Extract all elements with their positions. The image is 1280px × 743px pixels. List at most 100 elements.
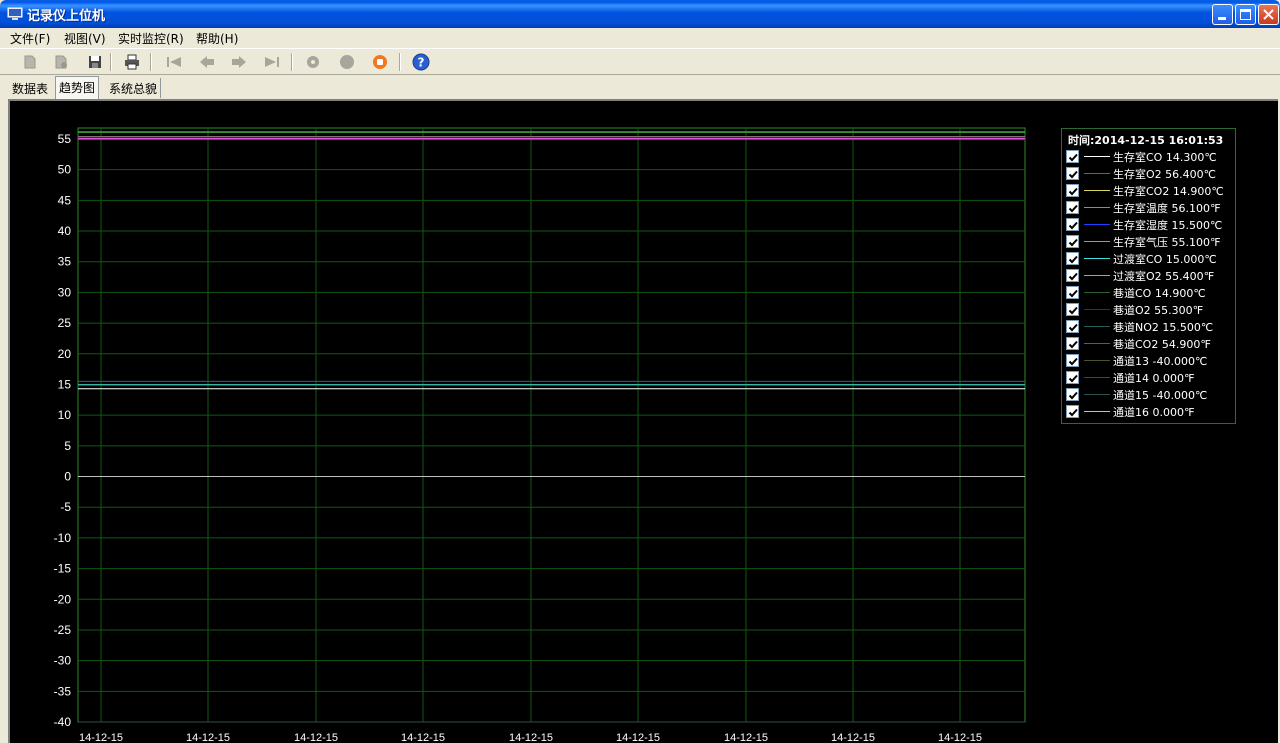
legend-item: 巷道NO2 15.500℃ — [1066, 318, 1234, 335]
legend-checkbox[interactable] — [1066, 235, 1079, 248]
legend-item: 生存室湿度 15.500℃ — [1066, 216, 1234, 233]
checkmark-icon — [1068, 153, 1078, 162]
checkmark-icon — [1068, 187, 1078, 196]
legend-label: 巷道CO2 54.900℉ — [1113, 338, 1211, 351]
x-tick-label: 14-12-15 — [724, 732, 768, 743]
legend-checkbox[interactable] — [1066, 252, 1079, 265]
legend-checkbox[interactable] — [1066, 303, 1079, 316]
checkmark-icon — [1068, 357, 1078, 366]
checkmark-icon — [1068, 323, 1078, 332]
legend-label: 过渡室CO 15.000℃ — [1113, 253, 1217, 266]
legend-checkbox[interactable] — [1066, 218, 1079, 231]
y-tick-label: 55 — [58, 132, 72, 146]
checkmark-icon — [1068, 374, 1078, 383]
legend-item: 生存室O2 56.400℃ — [1066, 165, 1234, 182]
legend-checkbox[interactable] — [1066, 371, 1079, 384]
legend-checkbox[interactable] — [1066, 405, 1079, 418]
y-tick-label: 45 — [58, 193, 72, 207]
legend-checkbox[interactable] — [1066, 184, 1079, 197]
x-tick-label: 14-12-15 — [509, 732, 553, 743]
legend-label: 过渡室O2 55.400℉ — [1113, 270, 1215, 283]
legend-label: 生存室CO 14.300℃ — [1113, 151, 1217, 164]
legend-item: 生存室CO 14.300℃ — [1066, 148, 1234, 165]
legend-checkbox[interactable] — [1066, 201, 1079, 214]
legend-item: 通道15 -40.000℃ — [1066, 386, 1234, 403]
legend-swatch — [1084, 275, 1110, 276]
legend-item: 过渡室O2 55.400℉ — [1066, 267, 1234, 284]
y-tick-label: -40 — [54, 715, 72, 729]
checkmark-icon — [1068, 289, 1078, 298]
legend-label: 通道14 0.000℉ — [1113, 372, 1195, 385]
checkmark-icon — [1068, 306, 1078, 315]
y-tick-label: 0 — [64, 470, 71, 484]
legend-label: 生存室CO2 14.900℃ — [1113, 185, 1224, 198]
checkmark-icon — [1068, 204, 1078, 213]
checkmark-icon — [1068, 272, 1078, 281]
legend-label: 生存室温度 56.100℉ — [1113, 202, 1221, 215]
legend-swatch — [1084, 292, 1110, 293]
legend-label: 通道13 -40.000℃ — [1113, 355, 1208, 368]
legend-label: 生存室O2 56.400℃ — [1113, 168, 1216, 181]
legend-swatch — [1084, 207, 1110, 208]
legend-label: 巷道O2 55.300℉ — [1113, 304, 1204, 317]
legend-item: 通道13 -40.000℃ — [1066, 352, 1234, 369]
y-tick-label: -35 — [54, 684, 72, 698]
legend-label: 生存室湿度 15.500℃ — [1113, 219, 1223, 232]
legend-label: 通道15 -40.000℃ — [1113, 389, 1208, 402]
legend-swatch — [1084, 224, 1110, 225]
legend-swatch — [1084, 241, 1110, 242]
y-tick-label: 10 — [58, 408, 72, 422]
checkmark-icon — [1068, 408, 1078, 417]
legend-item: 生存室温度 56.100℉ — [1066, 199, 1234, 216]
x-tick-label: 14-12-15 — [79, 732, 123, 743]
checkmark-icon — [1068, 170, 1078, 179]
legend-swatch — [1084, 173, 1110, 174]
y-tick-label: 25 — [58, 316, 72, 330]
legend-swatch — [1084, 411, 1110, 412]
checkmark-icon — [1068, 238, 1078, 247]
legend-checkbox[interactable] — [1066, 167, 1079, 180]
y-tick-label: 20 — [58, 347, 72, 361]
x-tick-label: 14-12-15 — [938, 732, 982, 743]
legend-item: 巷道O2 55.300℉ — [1066, 301, 1234, 318]
legend-item: 巷道CO2 54.900℉ — [1066, 335, 1234, 352]
x-tick-label: 14-12-15 — [186, 732, 230, 743]
x-tick-label: 14-12-15 — [831, 732, 875, 743]
legend-swatch — [1084, 156, 1110, 157]
legend-checkbox[interactable] — [1066, 269, 1079, 282]
legend-checkbox[interactable] — [1066, 320, 1079, 333]
legend-swatch — [1084, 360, 1110, 361]
y-tick-label: 40 — [58, 224, 72, 238]
legend-checkbox[interactable] — [1066, 354, 1079, 367]
legend-checkbox[interactable] — [1066, 388, 1079, 401]
legend-checkbox[interactable] — [1066, 150, 1079, 163]
legend-item: 巷道CO 14.900℃ — [1066, 284, 1234, 301]
checkmark-icon — [1068, 255, 1078, 264]
plot-area — [77, 127, 1026, 723]
legend-label: 巷道CO 14.900℃ — [1113, 287, 1206, 300]
legend-item: 过渡室CO 15.000℃ — [1066, 250, 1234, 267]
x-tick-label: 14-12-15 — [401, 732, 445, 743]
y-tick-label: 15 — [58, 377, 72, 391]
y-tick-label: -25 — [54, 623, 72, 637]
y-tick-label: -15 — [54, 562, 72, 576]
x-tick-label: 14-12-15 — [294, 732, 338, 743]
legend-checkbox[interactable] — [1066, 286, 1079, 299]
y-tick-label: 35 — [58, 255, 72, 269]
y-tick-label: -30 — [54, 654, 72, 668]
checkmark-icon — [1068, 340, 1078, 349]
legend-swatch — [1084, 343, 1110, 344]
legend-item: 通道14 0.000℉ — [1066, 369, 1234, 386]
legend-time: 时间:2014-12-15 16:01:53 — [1068, 134, 1224, 147]
legend-swatch — [1084, 309, 1110, 310]
legend-checkbox[interactable] — [1066, 337, 1079, 350]
legend-swatch — [1084, 326, 1110, 327]
legend-swatch — [1084, 258, 1110, 259]
legend-swatch — [1084, 377, 1110, 378]
x-tick-label: 14-12-15 — [616, 732, 660, 743]
y-tick-label: -5 — [60, 500, 71, 514]
legend-panel: 时间:2014-12-15 16:01:53 生存室CO 14.300℃ 生存室O… — [1061, 128, 1236, 424]
y-tick-label: -20 — [54, 592, 72, 606]
checkmark-icon — [1068, 221, 1078, 230]
y-tick-label: 5 — [64, 439, 71, 453]
